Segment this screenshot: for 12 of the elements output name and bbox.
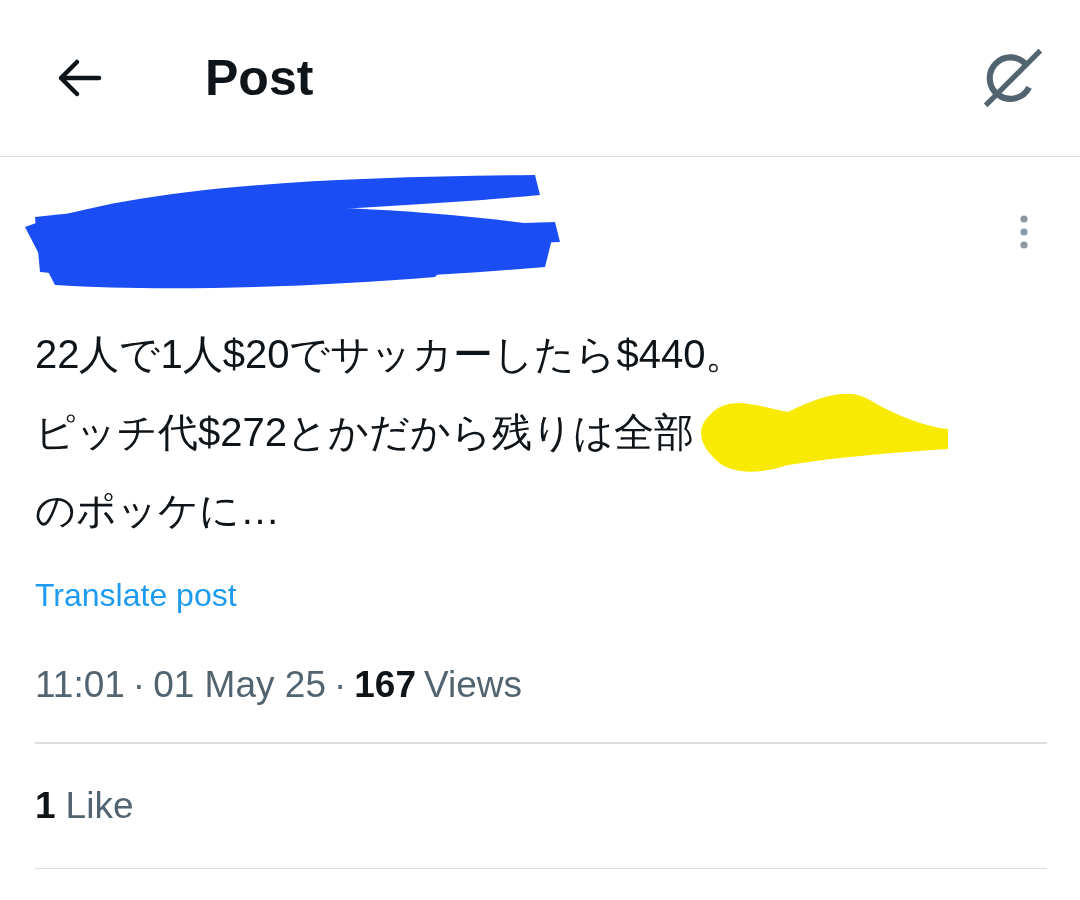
likes-label[interactable]: Like	[65, 784, 134, 827]
views-count: 167	[354, 664, 417, 706]
post-text: のポッケに…	[35, 487, 281, 534]
page-title: Post	[205, 49, 315, 107]
separator-dot: ·	[333, 664, 347, 706]
views-label: Views	[424, 664, 523, 706]
post-text: 22人で1人$20でサッカーしたら$440。	[35, 331, 747, 378]
post-time: 11:01	[35, 664, 125, 706]
likes-count[interactable]: 1	[35, 784, 56, 827]
separator-dot: ·	[132, 664, 146, 706]
post-date: 01 May 25	[153, 664, 326, 706]
post-text: ピッチ代$272とかだから残りは全部	[35, 409, 694, 456]
